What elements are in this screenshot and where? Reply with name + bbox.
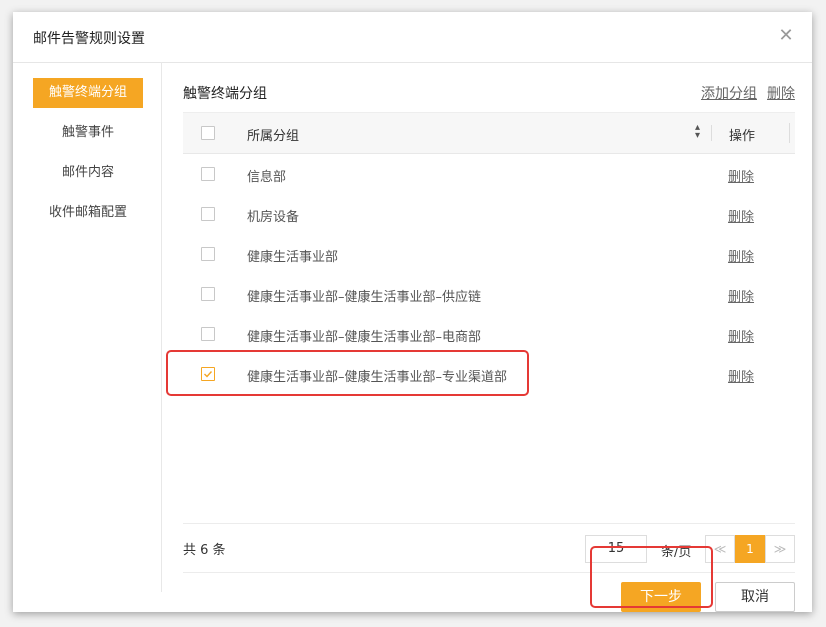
- row-delete-link[interactable]: 删除: [728, 286, 754, 305]
- column-divider[interactable]: [711, 125, 712, 141]
- group-name: 信息部: [247, 170, 287, 185]
- table-row: 健康生活事业部 删除: [183, 234, 795, 274]
- group-name: 健康生活事业部: [247, 250, 339, 265]
- section-title: 触警终端分组: [183, 86, 267, 102]
- row-checkbox[interactable]: [201, 247, 215, 261]
- section-actions: 添加分组 删除: [691, 83, 795, 103]
- highlight-annotation-row: [166, 350, 529, 396]
- sidebar: 触警终端分组 触警事件 邮件内容 收件邮箱配置: [13, 62, 162, 592]
- next-page-button[interactable]: ≫: [765, 535, 795, 563]
- column-header-group: 所属分组: [247, 129, 300, 144]
- table-row: 信息部 删除: [183, 154, 795, 194]
- dialog-title: 邮件告警规则设置: [33, 31, 145, 47]
- row-checkbox[interactable]: [201, 327, 215, 341]
- row-checkbox[interactable]: [201, 167, 215, 181]
- sidebar-item-alert-terminal-group[interactable]: 触警终端分组: [33, 78, 143, 108]
- pagination: ≪ 1 ≫: [705, 535, 795, 563]
- row-checkbox[interactable]: [201, 287, 215, 301]
- sidebar-item-alert-event[interactable]: 触警事件: [33, 118, 143, 148]
- table-row: 健康生活事业部–健康生活事业部–电商部 删除: [183, 314, 795, 354]
- add-group-link[interactable]: 添加分组: [701, 86, 757, 102]
- table-header: 所属分组 ▴ ▾ 操作: [183, 112, 795, 154]
- group-name: 健康生活事业部–健康生活事业部–电商部: [247, 330, 482, 345]
- main-content: 触警终端分组 添加分组 删除 所属分组 ▴ ▾ 操作 信息部 删除 机房设备 删除: [183, 72, 795, 612]
- row-checkbox[interactable]: [201, 207, 215, 221]
- row-delete-link[interactable]: 删除: [728, 206, 754, 225]
- column-header-action: 操作: [729, 129, 756, 144]
- sidebar-item-mail-content[interactable]: 邮件内容: [33, 158, 143, 188]
- column-divider: [789, 123, 790, 143]
- divider: [183, 523, 795, 524]
- close-icon[interactable]: ✕: [776, 26, 796, 46]
- group-name: 机房设备: [247, 210, 300, 225]
- delete-link[interactable]: 删除: [767, 86, 795, 102]
- row-delete-link[interactable]: 删除: [728, 246, 754, 265]
- cancel-button[interactable]: 取消: [715, 582, 795, 612]
- row-delete-link[interactable]: 删除: [728, 326, 754, 345]
- row-delete-link[interactable]: 删除: [728, 366, 754, 385]
- group-name: 健康生活事业部–健康生活事业部–供应链: [247, 290, 482, 305]
- sort-icon[interactable]: ▴ ▾: [695, 123, 700, 141]
- mail-alert-rule-dialog: 邮件告警规则设置 ✕ 触警终端分组 触警事件 邮件内容 收件邮箱配置 触警终端分…: [13, 12, 812, 612]
- select-all-checkbox[interactable]: [201, 126, 215, 140]
- table-row: 机房设备 删除: [183, 194, 795, 234]
- total-count: 共 6 条: [183, 543, 226, 558]
- dialog-titlebar: 邮件告警规则设置 ✕: [13, 12, 812, 63]
- page-1-button[interactable]: 1: [735, 535, 765, 563]
- row-delete-link[interactable]: 删除: [728, 166, 754, 185]
- sidebar-item-recipient-mailbox[interactable]: 收件邮箱配置: [33, 198, 143, 228]
- table-row: 健康生活事业部–健康生活事业部–供应链 删除: [183, 274, 795, 314]
- highlight-annotation-next-button: [590, 546, 713, 608]
